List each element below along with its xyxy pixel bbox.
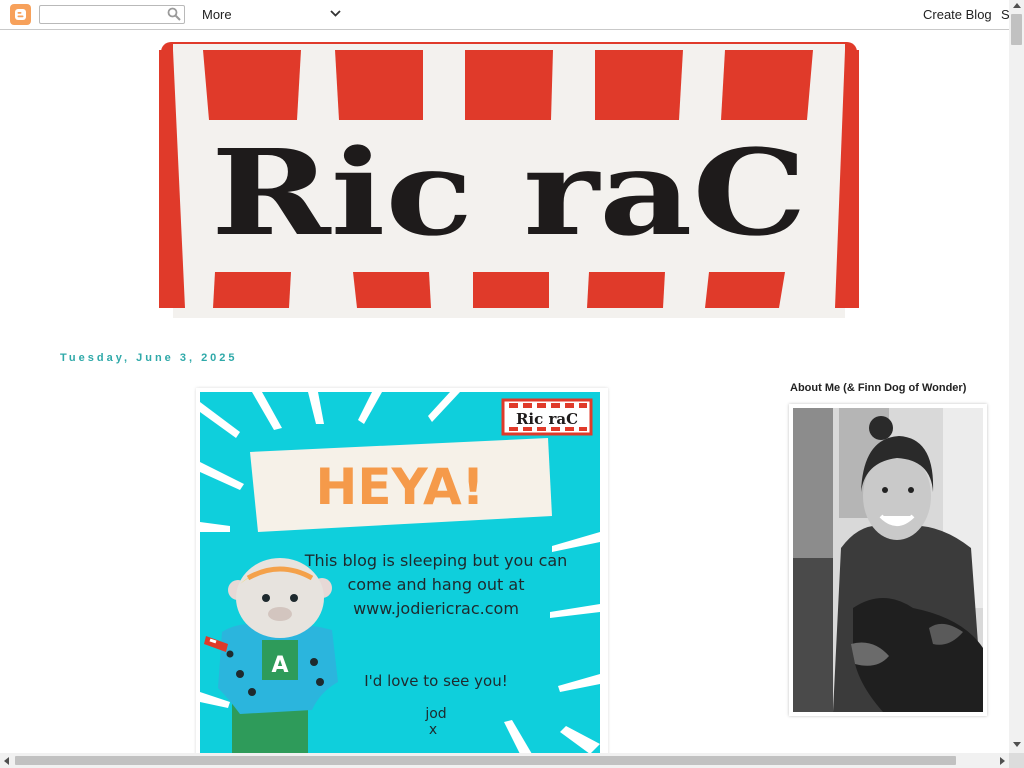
create-blog-link[interactable]: Create Blog [923, 7, 992, 22]
vertical-scrollbar[interactable] [1009, 0, 1024, 753]
post-sign: jod [424, 706, 446, 722]
horizontal-scroll-thumb[interactable] [15, 756, 956, 765]
post-line-3: www.jodiericrac.com [353, 599, 519, 618]
post-logo-text: Ric raC [516, 410, 578, 428]
scroll-up-icon[interactable] [1013, 3, 1021, 8]
horizontal-scrollbar[interactable] [0, 753, 1009, 768]
vertical-scroll-thumb[interactable] [1011, 14, 1022, 45]
post-line-2: come and hang out at [348, 575, 525, 594]
post-line-4: I'd love to see you! [364, 672, 508, 690]
signin-link[interactable]: Sign In [1001, 7, 1009, 22]
post-heading: HEYA! [316, 458, 485, 516]
blogger-navbar: More Create Blog Sign In [0, 0, 1009, 30]
scroll-down-icon[interactable] [1013, 742, 1021, 747]
post-kiss: x [429, 722, 437, 738]
profile-photo-frame[interactable] [789, 404, 987, 716]
date-header: Tuesday, June 3, 2025 [60, 352, 238, 364]
post-image[interactable]: Ric raC HEYA! This blog is sleeping but … [200, 392, 600, 754]
search-input[interactable] [39, 5, 185, 24]
header-banner[interactable]: Ric raC [159, 40, 859, 318]
blogger-icon[interactable] [10, 4, 31, 25]
post-line-1: This blog is sleeping but you can [304, 551, 568, 570]
search-icon[interactable] [167, 7, 181, 21]
more-menu[interactable]: More [202, 7, 232, 22]
post-image-frame[interactable]: Ric raC HEYA! This blog is sleeping but … [196, 388, 608, 768]
profile-photo[interactable] [793, 408, 983, 712]
header-title: Ric raC [211, 123, 807, 262]
about-me-title: About Me (& Finn Dog of Wonder) [790, 382, 967, 394]
chevron-down-icon[interactable] [330, 8, 341, 19]
scrollbar-corner [1009, 753, 1024, 768]
scroll-left-icon[interactable] [4, 757, 9, 765]
toy-letter: A [271, 653, 288, 678]
scroll-right-icon[interactable] [1000, 757, 1005, 765]
